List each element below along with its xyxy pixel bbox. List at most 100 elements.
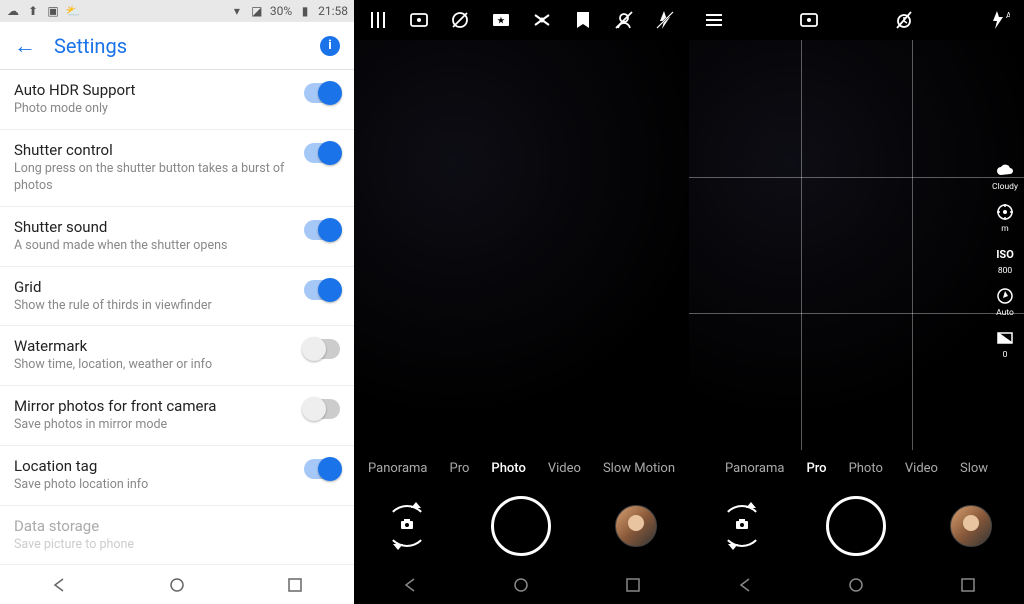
hamburger-icon[interactable] bbox=[701, 7, 727, 33]
beauty-off-icon[interactable] bbox=[611, 7, 636, 33]
toggle-switch[interactable] bbox=[304, 459, 340, 479]
focus-icon bbox=[995, 202, 1015, 222]
mode-video[interactable]: Video bbox=[548, 461, 581, 476]
gallery-thumbnail[interactable] bbox=[950, 505, 992, 547]
setting-row[interactable]: Auto HDR SupportPhoto mode only bbox=[0, 70, 354, 130]
toggle-switch[interactable] bbox=[304, 339, 340, 359]
camera-nav-bar-pro bbox=[689, 566, 1024, 604]
mode-slow[interactable]: Slow bbox=[960, 461, 988, 476]
nav-recent-icon[interactable] bbox=[285, 575, 305, 595]
menu-icon[interactable] bbox=[366, 7, 391, 33]
bookmark-icon[interactable] bbox=[570, 7, 595, 33]
setting-row[interactable]: Shutter soundA sound made when the shutt… bbox=[0, 207, 354, 267]
nav-recent-icon[interactable] bbox=[623, 575, 643, 595]
aspect-icon[interactable] bbox=[407, 7, 432, 33]
pro-controls-sidebar: Cloudy m ISO 800 Auto 0 bbox=[992, 160, 1018, 360]
mode-video[interactable]: Video bbox=[905, 461, 938, 476]
info-icon[interactable]: i bbox=[320, 36, 340, 56]
no-sim-icon: ◪ bbox=[250, 4, 264, 18]
shutter-button[interactable] bbox=[491, 496, 551, 556]
mode-panorama[interactable]: Panorama bbox=[368, 461, 428, 476]
raw-icon[interactable]: ★ bbox=[489, 7, 514, 33]
grid-overlay bbox=[689, 40, 1024, 450]
aspect-icon[interactable] bbox=[796, 7, 822, 33]
shutter-button[interactable] bbox=[826, 496, 886, 556]
pro-control-ev[interactable]: 0 bbox=[995, 328, 1015, 360]
setting-row[interactable]: Grid Show the rule of thirds in viewfinde… bbox=[0, 267, 354, 327]
viewfinder[interactable] bbox=[354, 40, 689, 450]
setting-title: Shutter sound bbox=[14, 218, 292, 236]
mode-pro[interactable]: Pro bbox=[450, 461, 470, 476]
camera-icon bbox=[399, 516, 415, 536]
pro-control-cloud[interactable]: Cloudy bbox=[992, 160, 1018, 192]
toggle-switch[interactable] bbox=[304, 143, 340, 163]
setting-title: Location tag bbox=[14, 457, 292, 475]
mode-photo[interactable]: Photo bbox=[849, 461, 883, 476]
nav-home-icon[interactable] bbox=[511, 575, 531, 595]
nav-back-icon[interactable] bbox=[735, 575, 755, 595]
pro-control-iso-text[interactable]: ISO 800 bbox=[995, 244, 1015, 276]
mode-slow-motion[interactable]: Slow Motion bbox=[603, 461, 675, 476]
setting-row[interactable]: Data storage Save picture to phone bbox=[0, 506, 354, 564]
setting-title: Grid bbox=[14, 278, 292, 296]
nav-home-icon[interactable] bbox=[167, 575, 187, 595]
page-title: Settings bbox=[54, 34, 302, 58]
weather-icon: ⛅ bbox=[66, 4, 80, 18]
mode-selector-pro[interactable]: Panorama Pro Photo Video Slow bbox=[689, 450, 1024, 486]
status-icons-right: ▾ ◪ 30% ▮ 21:58 bbox=[230, 4, 348, 18]
viewfinder-pro[interactable]: Cloudy m ISO 800 Auto 0 bbox=[689, 40, 1024, 450]
mode-pro[interactable]: Pro bbox=[806, 461, 826, 476]
setting-row[interactable]: Shutter controlLong press on the shutter… bbox=[0, 130, 354, 207]
camera-panel-photo: ★ Panorama Pro Photo Video Slow Motion bbox=[354, 0, 689, 604]
camera-top-bar: ★ bbox=[354, 0, 689, 40]
flash-auto-icon[interactable]: A bbox=[986, 7, 1012, 33]
pro-control-focus[interactable]: m bbox=[995, 202, 1015, 234]
mode-panorama[interactable]: Panorama bbox=[725, 461, 785, 476]
nav-back-icon[interactable] bbox=[400, 575, 420, 595]
nav-recent-icon[interactable] bbox=[958, 575, 978, 595]
mode-selector[interactable]: Panorama Pro Photo Video Slow Motion bbox=[354, 450, 689, 486]
pro-control-label: 800 bbox=[998, 266, 1012, 276]
toggle-switch[interactable] bbox=[304, 280, 340, 300]
filter-off-icon[interactable] bbox=[448, 7, 473, 33]
flash-off-icon[interactable] bbox=[652, 7, 677, 33]
switch-camera-button[interactable] bbox=[386, 505, 428, 547]
timer-off-icon[interactable] bbox=[891, 7, 917, 33]
setting-desc: Photo mode only bbox=[14, 101, 292, 118]
pro-control-label: 0 bbox=[1003, 350, 1008, 360]
ev-icon bbox=[995, 328, 1015, 348]
iso-text-icon: ISO bbox=[995, 244, 1015, 264]
upload-icon: ⬆ bbox=[26, 4, 40, 18]
setting-row[interactable]: Mirror photos for front cameraSave photo… bbox=[0, 386, 354, 446]
camera-icon bbox=[734, 516, 750, 536]
setting-title: Shutter control bbox=[14, 141, 292, 159]
wifi-icon: ▾ bbox=[230, 4, 244, 18]
svg-text:A: A bbox=[1006, 11, 1010, 20]
shutter-row-pro bbox=[689, 486, 1024, 566]
status-bar: ☁ ⬆ ▣ ⛅ ▾ ◪ 30% ▮ 21:58 bbox=[0, 0, 354, 22]
setting-desc: Save photo location info bbox=[14, 477, 292, 494]
nav-back-icon[interactable] bbox=[49, 575, 69, 595]
gallery-thumbnail[interactable] bbox=[615, 505, 657, 547]
toggle-switch[interactable] bbox=[304, 220, 340, 240]
toggle-switch[interactable] bbox=[304, 399, 340, 419]
setting-desc: Save picture to phone bbox=[14, 537, 340, 554]
switch-camera-button[interactable] bbox=[721, 505, 763, 547]
toggle-switch[interactable] bbox=[304, 83, 340, 103]
setting-title: Mirror photos for front camera bbox=[14, 397, 292, 415]
setting-title: Data storage bbox=[14, 517, 340, 535]
picture-icon: ▣ bbox=[46, 4, 60, 18]
timer-off-icon[interactable] bbox=[530, 7, 555, 33]
back-arrow-icon[interactable]: ← bbox=[14, 33, 36, 59]
nav-home-icon[interactable] bbox=[846, 575, 866, 595]
pro-control-shutter-speed[interactable]: Auto bbox=[995, 286, 1015, 318]
settings-list[interactable]: Auto HDR SupportPhoto mode onlyShutter c… bbox=[0, 70, 354, 564]
setting-desc: Show time, location, weather or info bbox=[14, 357, 292, 374]
setting-desc: Show the rule of thirds in viewfinder bbox=[14, 298, 292, 315]
setting-row[interactable]: Location tag Save photo location info bbox=[0, 446, 354, 506]
mode-photo[interactable]: Photo bbox=[491, 461, 525, 476]
status-icons-left: ☁ ⬆ ▣ ⛅ bbox=[6, 4, 80, 18]
setting-row[interactable]: Watermark Show time, location, weather or… bbox=[0, 326, 354, 386]
pro-control-label: m bbox=[1001, 224, 1008, 234]
setting-title: Watermark bbox=[14, 337, 292, 355]
